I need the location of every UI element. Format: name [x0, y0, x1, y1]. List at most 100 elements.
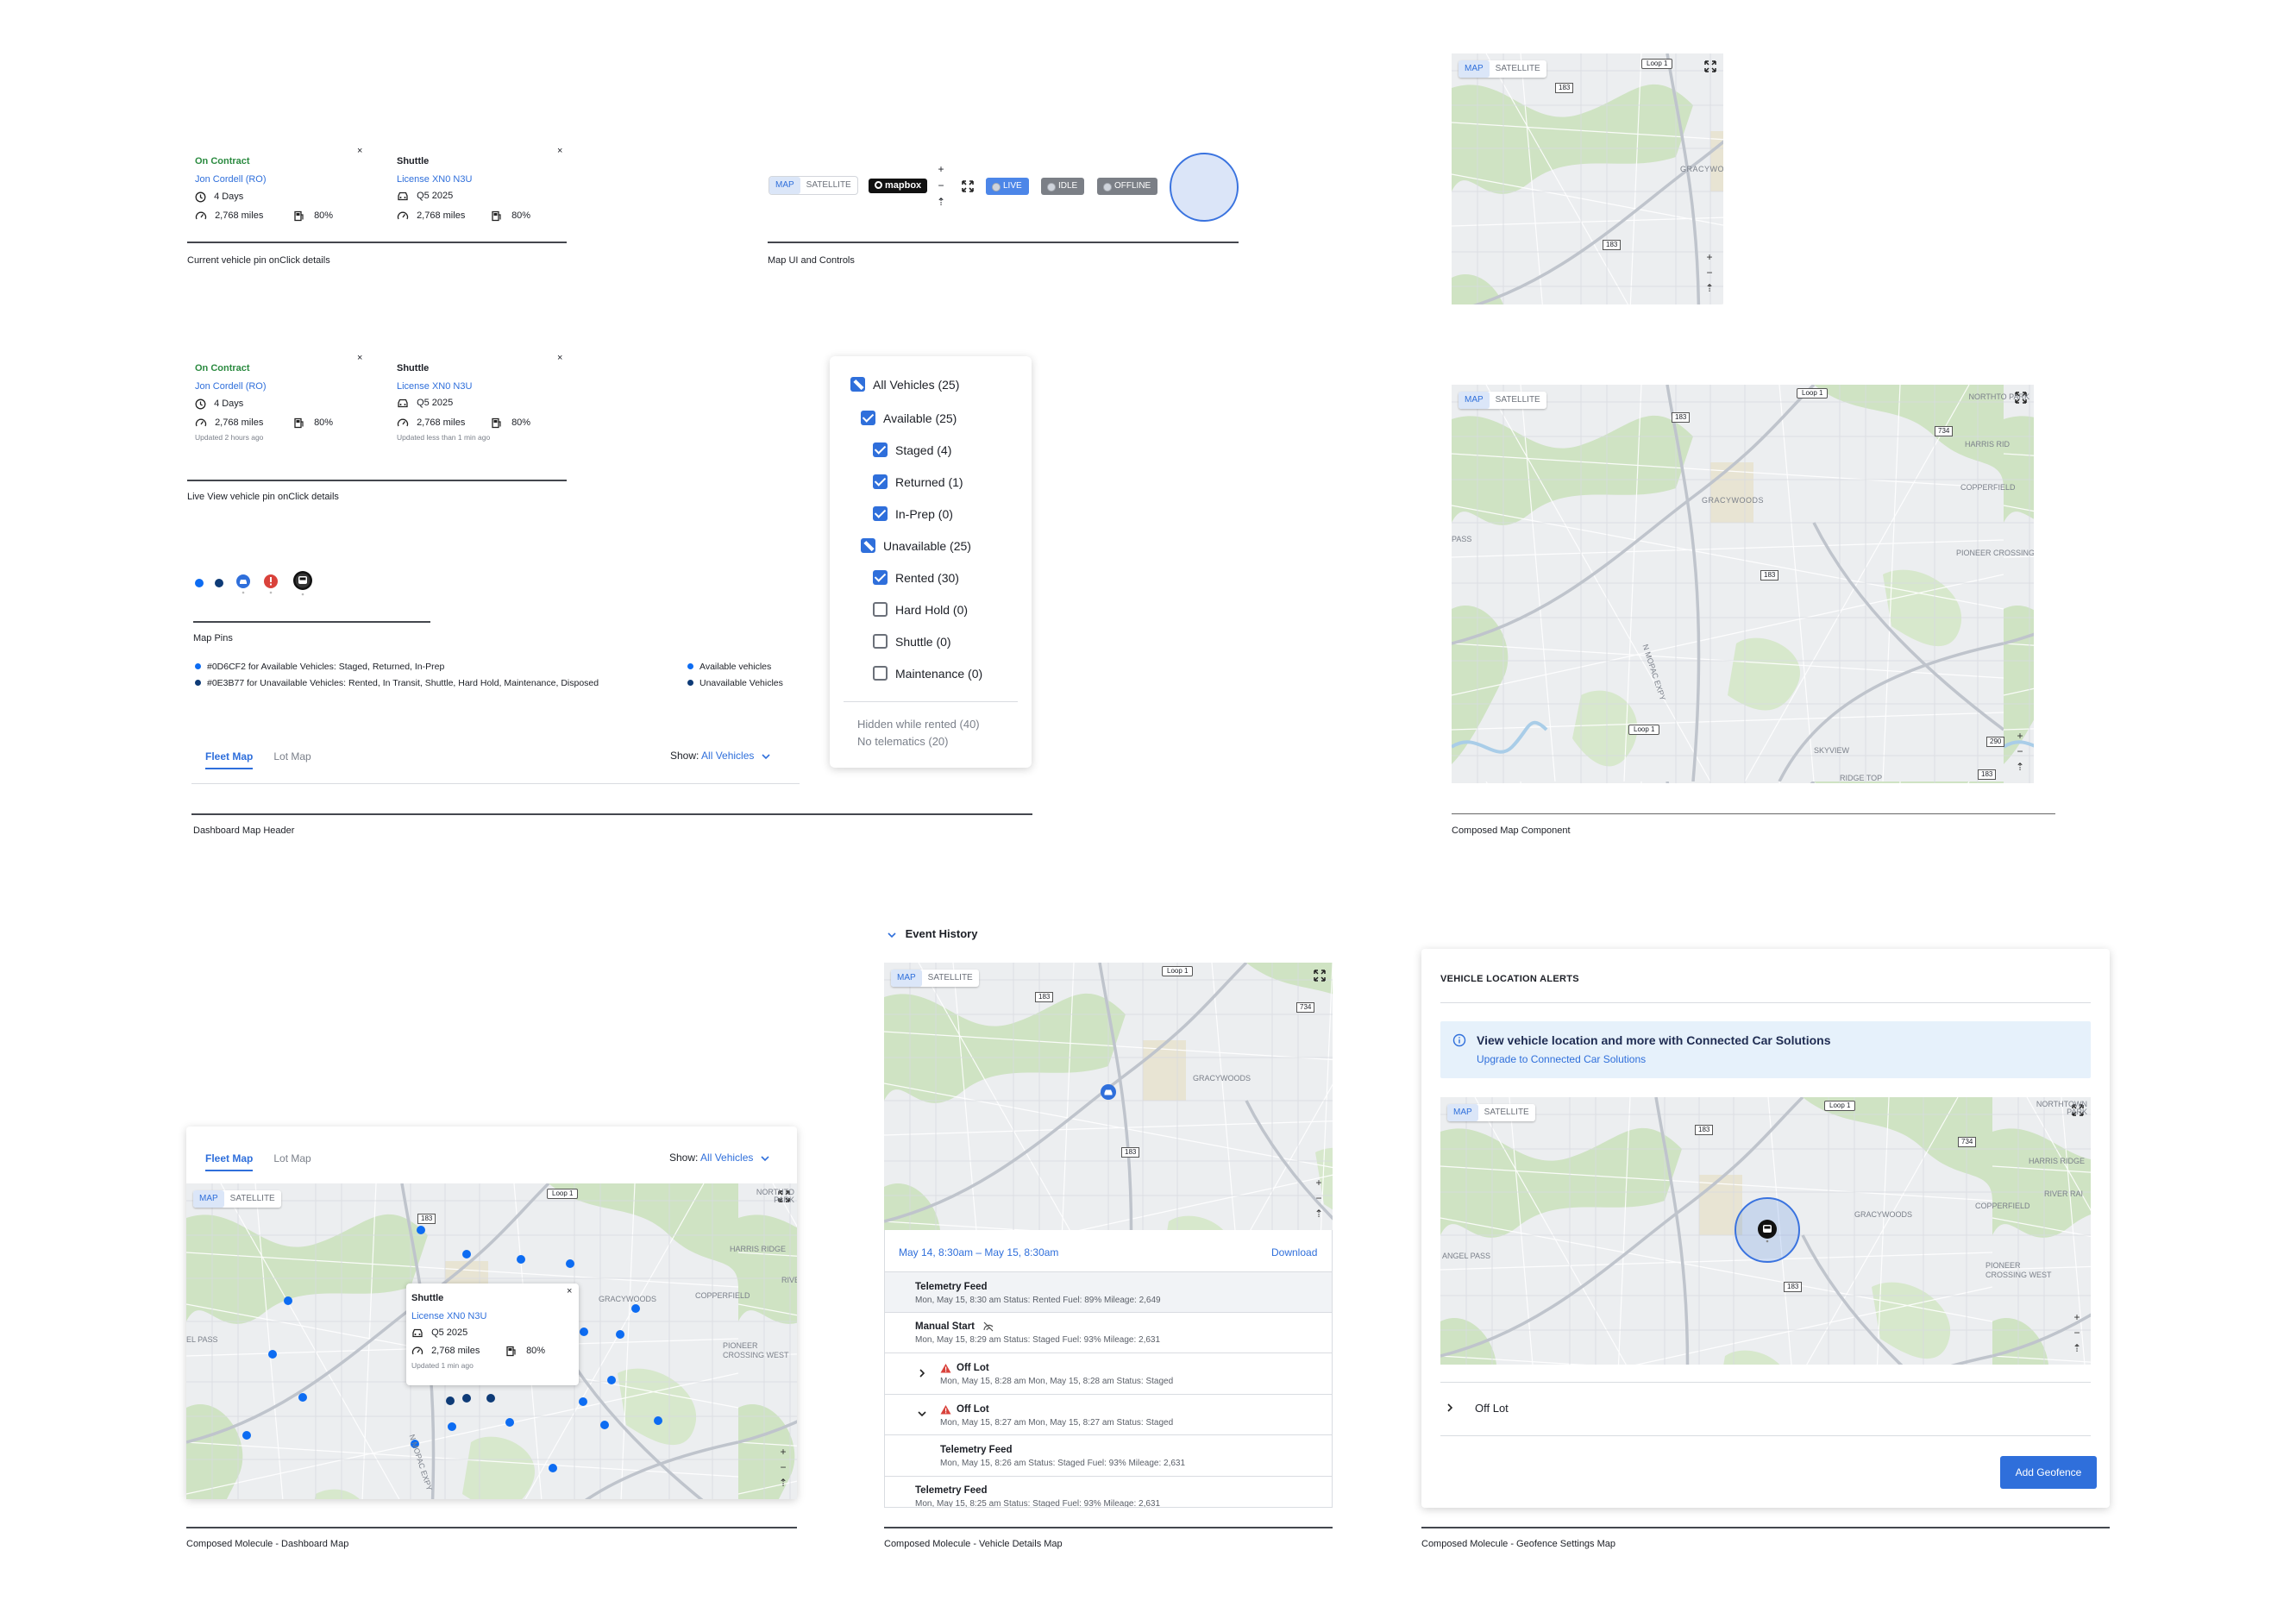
license-link[interactable]: License XN0 N3U	[397, 175, 472, 185]
map-toggle-button[interactable]: MAP	[769, 177, 800, 194]
map-toggle-button[interactable]: MAP	[193, 1190, 224, 1208]
show-filter[interactable]: Show: All Vehicles	[669, 1152, 770, 1163]
vehicle-pin-icon[interactable]	[1100, 1083, 1117, 1104]
available-pin-icon[interactable]	[631, 1304, 640, 1313]
satellite-toggle-button[interactable]: SATELLITE	[800, 177, 857, 194]
satellite-toggle-button[interactable]: SATELLITE	[224, 1190, 281, 1208]
checkbox[interactable]	[873, 602, 888, 617]
event-history-toggle[interactable]: Event History	[887, 928, 977, 939]
filter-returned[interactable]: Returned (1)	[873, 474, 963, 489]
filter-unavailable[interactable]: Unavailable (25)	[861, 538, 971, 553]
close-icon[interactable]: ×	[357, 354, 362, 363]
event-item[interactable]: Off Lot Mon, May 15, 8:28 am Mon, May 15,…	[940, 1363, 1173, 1386]
geofence-map[interactable]: MAP SATELLITE Loop 1 183 183 734 GRACYWOO…	[1440, 1097, 2091, 1365]
zoom-out-button[interactable]: −	[1703, 265, 1716, 280]
zoom-out-button[interactable]: −	[1312, 1190, 1326, 1206]
filter-staged[interactable]: Staged (4)	[873, 442, 951, 457]
available-pin-icon[interactable]	[600, 1421, 609, 1429]
unavailable-pin-icon[interactable]	[446, 1396, 455, 1405]
checkbox[interactable]	[861, 411, 875, 425]
satellite-toggle-button[interactable]: SATELLITE	[1478, 1104, 1535, 1121]
zoom-in-button[interactable]: +	[934, 161, 948, 178]
compass-button[interactable]: ⇡	[2070, 1340, 2084, 1356]
available-pin-icon[interactable]	[566, 1259, 574, 1268]
tab-fleet-map[interactable]: Fleet Map	[205, 750, 254, 769]
zoom-out-button[interactable]: −	[2070, 1325, 2084, 1340]
available-pin-icon[interactable]	[654, 1416, 662, 1425]
filter-inprep[interactable]: In-Prep (0)	[873, 506, 953, 521]
available-pin-icon[interactable]	[579, 1397, 587, 1406]
close-icon[interactable]: ×	[557, 354, 562, 363]
available-pin-icon[interactable]	[517, 1255, 525, 1264]
unavailable-pin-icon[interactable]	[486, 1394, 495, 1403]
tab-fleet-map[interactable]: Fleet Map	[205, 1152, 254, 1171]
compass-button[interactable]: ⇡	[934, 194, 948, 210]
shuttle-pin-icon[interactable]	[1756, 1218, 1778, 1244]
event-item[interactable]: Manual Start Mon, May 15, 8:29 am Status…	[915, 1321, 1160, 1345]
filter-rented[interactable]: Rented (30)	[873, 570, 959, 585]
upgrade-link[interactable]: Upgrade to Connected Car Solutions	[1477, 1054, 1646, 1064]
chevron-down-icon[interactable]	[917, 1409, 927, 1418]
unavailable-pin-icon[interactable]	[462, 1394, 471, 1403]
license-link[interactable]: License XN0 N3U	[411, 1312, 486, 1321]
date-range[interactable]: May 14, 8:30am – May 15, 8:30am	[899, 1247, 1058, 1258]
close-icon[interactable]: ×	[557, 147, 562, 156]
compass-button[interactable]: ⇡	[1703, 280, 1716, 296]
compass-button[interactable]: ⇡	[776, 1475, 790, 1491]
license-link[interactable]: License XN0 N3U	[397, 382, 472, 392]
fleet-map[interactable]: MAP SATELLITE Loop 1 183 NORTHTO PARK HAR…	[186, 1183, 797, 1499]
map-toggle-button[interactable]: MAP	[1447, 1104, 1478, 1121]
compass-button[interactable]: ⇡	[1312, 1206, 1326, 1221]
filter-shuttle[interactable]: Shuttle (0)	[873, 634, 951, 649]
available-pin-icon[interactable]	[616, 1330, 624, 1339]
satellite-toggle-button[interactable]: SATELLITE	[1490, 392, 1546, 409]
checkbox[interactable]	[873, 506, 888, 521]
zoom-out-button[interactable]: −	[2013, 744, 2027, 759]
available-pin-icon[interactable]	[284, 1296, 292, 1305]
checkbox[interactable]	[873, 442, 888, 457]
renter-name-link[interactable]: Jon Cordell (RO)	[195, 382, 267, 392]
event-item[interactable]: Telemetry Feed Mon, May 15, 8:30 am Statu…	[915, 1282, 1161, 1305]
satellite-toggle-button[interactable]: SATELLITE	[922, 970, 979, 987]
off-lot-row-label[interactable]: Off Lot	[1475, 1403, 1509, 1414]
map-toggle-button[interactable]: MAP	[1459, 60, 1490, 78]
filter-hardhold[interactable]: Hard Hold (0)	[873, 602, 968, 617]
available-pin-icon[interactable]	[505, 1418, 514, 1427]
tab-lot-map[interactable]: Lot Map	[273, 1152, 311, 1171]
event-item[interactable]: Off Lot Mon, May 15, 8:27 am Mon, May 15,…	[940, 1404, 1173, 1428]
zoom-in-button[interactable]: +	[1312, 1175, 1326, 1190]
zoom-in-button[interactable]: +	[2013, 728, 2027, 744]
available-pin-icon[interactable]	[242, 1431, 251, 1440]
zoom-out-button[interactable]: −	[776, 1459, 790, 1475]
available-pin-icon[interactable]	[580, 1327, 588, 1336]
fullscreen-icon[interactable]	[961, 179, 975, 193]
add-geofence-button[interactable]: Add Geofence	[2000, 1456, 2097, 1489]
close-icon[interactable]: ×	[357, 147, 362, 156]
chevron-right-icon[interactable]	[1446, 1403, 1454, 1413]
available-pin-icon[interactable]	[549, 1464, 557, 1472]
checkbox[interactable]	[873, 634, 888, 649]
filter-maintenance[interactable]: Maintenance (0)	[873, 666, 982, 681]
available-pin-icon[interactable]	[298, 1393, 307, 1402]
available-pin-icon[interactable]	[268, 1350, 277, 1359]
map-toggle-button[interactable]: MAP	[891, 970, 922, 987]
checkbox[interactable]	[873, 666, 888, 681]
geofence-radius-circle[interactable]	[1170, 153, 1239, 222]
available-pin-icon[interactable]	[462, 1250, 471, 1258]
vehicle-map[interactable]: MAP SATELLITE Loop 1 183 183 734 GRACYWOO…	[884, 963, 1333, 1230]
zoom-out-button[interactable]: −	[934, 178, 948, 194]
checkbox[interactable]	[873, 570, 888, 585]
satellite-toggle-button[interactable]: SATELLITE	[1490, 60, 1546, 78]
chevron-right-icon[interactable]	[918, 1368, 926, 1378]
event-item[interactable]: Telemetry Feed Mon, May 15, 8:25 am Statu…	[915, 1485, 1160, 1507]
show-filter[interactable]: Show: All Vehicles	[670, 750, 771, 761]
compass-button[interactable]: ⇡	[2013, 759, 2027, 775]
small-map[interactable]: MAPSATELLITE Loop 1 183 183 GRACYWOO +−⇡	[1452, 53, 1723, 304]
available-pin-icon[interactable]	[448, 1422, 456, 1431]
zoom-in-button[interactable]: +	[776, 1444, 790, 1459]
fullscreen-icon[interactable]	[1314, 970, 1326, 982]
available-pin-icon[interactable]	[607, 1376, 616, 1384]
checkbox[interactable]	[861, 538, 875, 553]
map-toggle-button[interactable]: MAP	[1459, 392, 1490, 409]
close-icon[interactable]: ×	[567, 1287, 572, 1296]
